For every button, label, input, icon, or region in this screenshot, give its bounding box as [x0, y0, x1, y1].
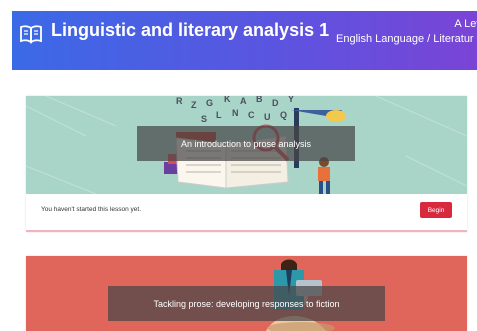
svg-text:N: N — [232, 108, 239, 118]
lesson-status: You haven't started this lesson yet. — [41, 206, 142, 213]
svg-text:Q: Q — [280, 110, 287, 120]
lesson-card-2[interactable]: Tackling prose: developing responses to … — [26, 256, 467, 331]
course-subject: English Language / Literatur — [336, 33, 474, 45]
svg-text:G: G — [206, 98, 213, 108]
svg-text:C: C — [248, 110, 255, 120]
svg-text:A: A — [240, 96, 247, 106]
svg-text:L: L — [216, 110, 222, 120]
begin-button[interactable]: Begin — [420, 202, 452, 218]
lesson-title[interactable]: An introduction to prose analysis — [137, 126, 355, 161]
svg-text:S: S — [201, 114, 207, 124]
svg-text:D: D — [272, 98, 279, 108]
page-title: Linguistic and literary analysis 1 — [51, 20, 330, 40]
svg-text:K: K — [224, 96, 231, 104]
lesson-header: Linguistic and literary analysis 1 A Lev… — [12, 11, 477, 70]
lesson-card-1[interactable]: RZG K A B D Y L NCU S Q An introduction to pr… — [26, 96, 467, 232]
svg-text:Z: Z — [191, 100, 197, 110]
svg-text:R: R — [176, 96, 183, 106]
lesson-title[interactable]: Tackling prose: developing responses to … — [108, 286, 385, 321]
svg-text:U: U — [264, 112, 271, 122]
progress-line — [26, 230, 467, 232]
course-level: A Leve — [454, 18, 477, 30]
svg-text:B: B — [256, 96, 263, 104]
svg-text:Y: Y — [288, 96, 294, 104]
book-icon — [20, 25, 42, 44]
